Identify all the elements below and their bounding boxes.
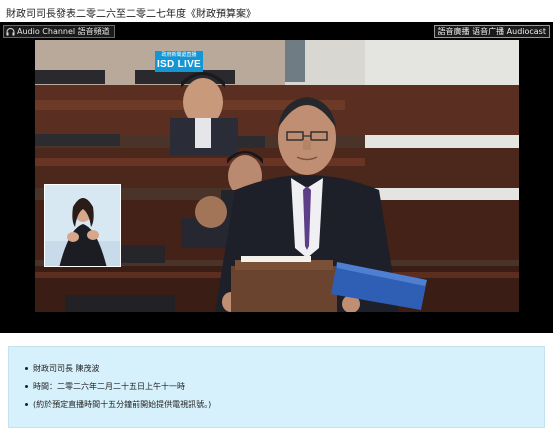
event-info-list: 財政司司長 陳茂波 時間：二零二六年二月二十五日上午十一時 (約於預定直播時間十…	[24, 363, 212, 417]
legco-chamber-scene	[35, 40, 519, 312]
isd-live-badge: 政府新聞處直播 ISD LIVE	[155, 51, 203, 72]
event-info-box: 財政司司長 陳茂波 時間：二零二六年二月二十五日上午十一時 (約於預定直播時間十…	[8, 346, 545, 428]
live-badge-main-text: ISD LIVE	[156, 59, 202, 70]
audiocast-button[interactable]: 語音廣播 语音广播 Audiocast	[433, 25, 550, 38]
list-item-time: 時間：二零二六年二月二十五日上午十一時	[24, 381, 211, 393]
live-badge-top-text: 政府新聞處直播	[161, 52, 197, 58]
video-player[interactable]: Audio Channel 語音頻道 語音廣播 语音广播 Audiocast 政…	[0, 22, 553, 333]
audio-channel-button[interactable]: Audio Channel 語音頻道	[3, 25, 115, 38]
page-title: 財政司司長發表二零二六至二零二七年度《財政預算案》	[6, 9, 256, 20]
audio-channel-label: Audio Channel 語音頻道	[17, 27, 110, 36]
player-toolbar: Audio Channel 語音頻道 語音廣播 语音广播 Audiocast	[0, 22, 553, 40]
sign-language-interpreter-image	[45, 185, 120, 266]
headphones-icon	[6, 27, 15, 35]
video-frame[interactable]: 政府新聞處直播 ISD LIVE	[35, 40, 519, 312]
list-item-note: (約於預定直播時間十五分鐘前開始提供電視訊號。)	[24, 400, 212, 409]
sign-language-inset	[44, 184, 121, 267]
list-item-speaker: 財政司司長 陳茂波	[24, 363, 211, 375]
